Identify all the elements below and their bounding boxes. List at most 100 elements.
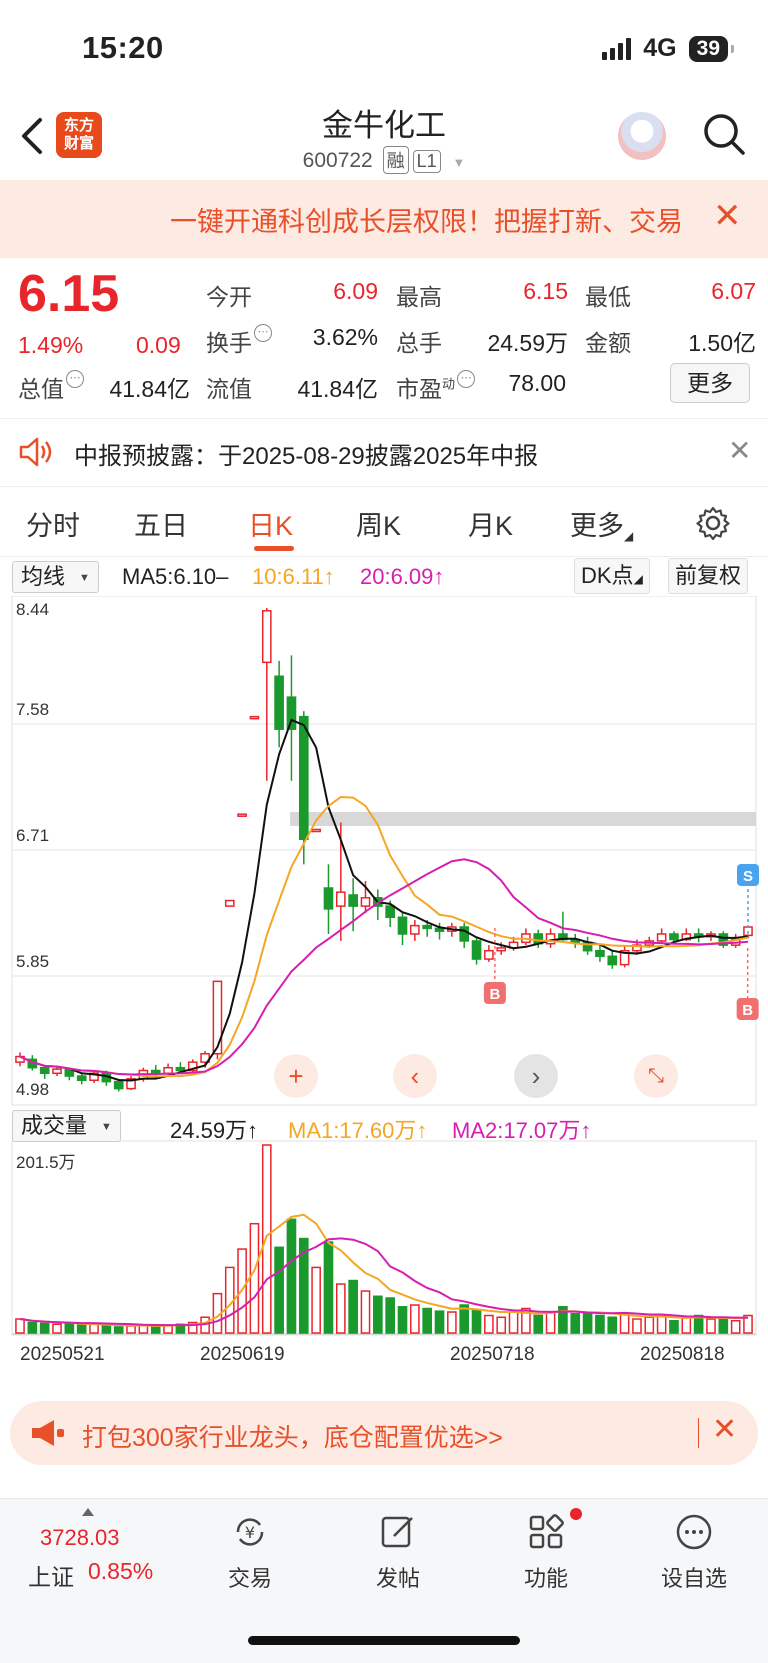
volume-bar [397, 1306, 408, 1334]
change-percent: 1.49% [18, 332, 84, 358]
volume-bar [669, 1320, 679, 1334]
signal-label: B [489, 986, 500, 1003]
collapse-arrow-icon[interactable] [82, 1508, 94, 1516]
search-icon[interactable] [702, 112, 746, 156]
volume-bar [52, 1323, 62, 1334]
volume-bar [508, 1311, 519, 1334]
volume-bar [706, 1318, 716, 1334]
promo-banner-text[interactable]: 一键开通科创成长层权限！把握打新、交易 [170, 200, 680, 239]
chevron-right-icon[interactable]: › [514, 1054, 558, 1098]
index-label[interactable]: 上证 [28, 1558, 74, 1592]
resistance-band [290, 812, 756, 826]
close-icon[interactable]: ✕ [712, 1412, 737, 1447]
info-icon: ⋯ [254, 324, 272, 342]
volume-bar [15, 1318, 25, 1334]
network-label: 4G [643, 34, 677, 62]
vol-ma2-line [19, 1237, 749, 1327]
ma10-value: 10:6.11↑ [252, 564, 335, 589]
float-value: 41.84亿 [297, 376, 378, 402]
dk-point-button[interactable]: DK点◢ [574, 558, 650, 594]
battery-icon: 39 [688, 35, 735, 62]
y-tick-label: 7.58 [16, 700, 50, 719]
nav-functions[interactable]: 功能 [496, 1512, 596, 1593]
zoom-in-button[interactable]: + [274, 1054, 318, 1098]
tab-daily-k[interactable]: 日K [248, 504, 293, 543]
ma20-line [19, 858, 749, 1076]
divider [698, 1418, 699, 1448]
more-button[interactable]: 更多 [670, 363, 750, 403]
volume-bar [434, 1310, 445, 1334]
candle-body [39, 1066, 50, 1075]
candle-body [298, 715, 309, 840]
gear-icon[interactable] [696, 506, 730, 540]
index-percent[interactable]: 0.85% [88, 1558, 153, 1585]
tab-more[interactable]: 更多◢ [570, 504, 633, 543]
divider [0, 486, 768, 487]
vol-ma2-value: MA2:17.07万↑ [452, 1118, 592, 1143]
candle-body [397, 916, 408, 935]
low-label: 最低 [585, 284, 631, 310]
x-date-label: 20250718 [450, 1344, 535, 1365]
volume-value: 24.59万↑ [170, 1118, 259, 1143]
high-value: 6.15 [523, 278, 568, 304]
volume-bar [126, 1325, 136, 1334]
volume-bar [607, 1316, 618, 1334]
volume-indicator-dropdown[interactable]: 成交量 [12, 1110, 121, 1142]
notice-text[interactable]: 中报预披露：于2025-08-29披露2025年中报 [74, 436, 538, 471]
x-date-label: 20250818 [640, 1344, 725, 1365]
volume-bar [533, 1314, 544, 1334]
kline-chart[interactable]: B B S [0, 596, 768, 1352]
candle-body [459, 926, 470, 942]
volume-bar [249, 1222, 260, 1334]
mktcap-value: 41.84亿 [109, 376, 190, 402]
notification-dot [570, 1508, 582, 1520]
tab-weekly-k[interactable]: 周K [356, 504, 401, 543]
volume-bar [323, 1241, 334, 1334]
volume-bar [656, 1314, 667, 1334]
chevron-left-icon[interactable]: ‹ [393, 1054, 437, 1098]
promo-banner-bottom-text[interactable]: 打包300家行业龙头，底仓配置优选>> [82, 1418, 503, 1454]
close-icon[interactable]: ✕ [728, 434, 751, 467]
assistant-avatar-icon[interactable] [618, 112, 666, 160]
tab-monthly-k[interactable]: 月K [468, 504, 513, 543]
fullscreen-icon[interactable]: ⤡ [634, 1054, 678, 1098]
nav-trade[interactable]: ¥ 交易 [200, 1512, 300, 1593]
price-adjust-button[interactable]: 前复权 [668, 558, 749, 594]
trade-icon: ¥ [236, 1518, 264, 1546]
candle-body [175, 1066, 186, 1072]
close-icon[interactable]: ✕ [713, 198, 742, 234]
nav-post[interactable]: 发帖 [348, 1512, 448, 1593]
nav-add-watchlist[interactable]: 设自选 [644, 1512, 744, 1593]
volume-bar [261, 1144, 272, 1334]
volume-bar [101, 1325, 112, 1334]
volume-bar [286, 1218, 297, 1334]
candle-body [484, 949, 494, 960]
y-tick-label: 6.71 [16, 826, 50, 845]
volume-bar [447, 1311, 457, 1334]
volume-bar [385, 1297, 395, 1334]
x-date-label: 20250619 [200, 1344, 285, 1365]
dropdown-corner-icon: ◢ [633, 572, 643, 586]
y-tick-label: 5.85 [16, 952, 50, 971]
candle-body [496, 947, 507, 952]
float-label: 流值 [206, 376, 252, 402]
signal-label: B [742, 1002, 753, 1019]
candle-body [410, 924, 420, 935]
tab-intraday[interactable]: 分时 [26, 504, 80, 543]
info-icon: ⋯ [66, 370, 84, 388]
candle-body [311, 828, 321, 833]
chevron-down-icon: ▼ [452, 155, 466, 170]
volume-bar [39, 1322, 50, 1334]
volume-bar [274, 1246, 284, 1334]
volume-bar [484, 1314, 494, 1334]
candle-body [323, 887, 334, 910]
index-value[interactable]: 3728.03 [40, 1525, 120, 1551]
volume-bar [730, 1320, 741, 1334]
grid-icon [529, 1514, 564, 1549]
level-tag: L1 [412, 150, 441, 173]
tab-five-day[interactable]: 五日 [134, 504, 188, 543]
volume-bar [410, 1304, 420, 1334]
indicator-dropdown[interactable]: 均线 [12, 561, 99, 593]
candle-body [595, 949, 605, 958]
amount-label: 金额 [585, 330, 631, 356]
